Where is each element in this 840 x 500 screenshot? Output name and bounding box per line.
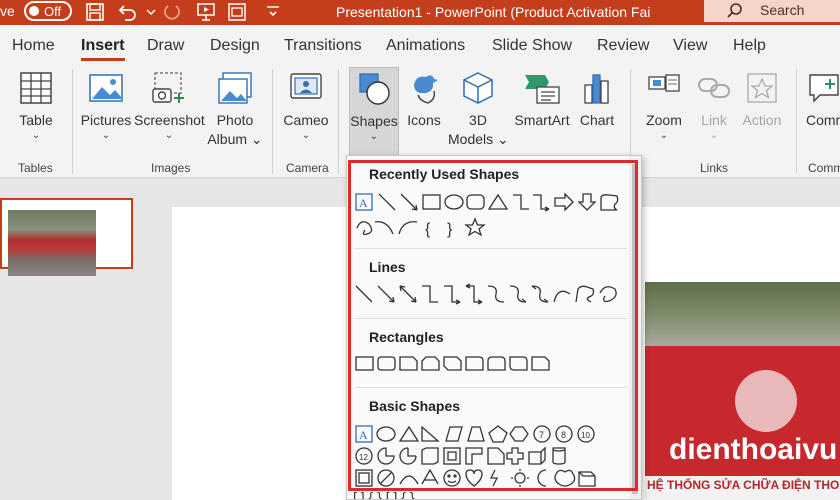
redo-icon[interactable]: [161, 1, 183, 23]
photo-strip-text: HỆ THỐNG SỬA CHỮA ĐIỆN THOẠI: [647, 478, 840, 492]
group-images-label: Images: [151, 161, 191, 175]
rectangles-grid[interactable]: [353, 354, 625, 374]
slide-thumbnail-1[interactable]: [0, 198, 133, 276]
chevron-down-icon: ⌄: [709, 130, 719, 141]
photo-brand-text: dienthoaivu: [669, 433, 838, 466]
chevron-down-icon: ⌄: [301, 130, 311, 141]
group-tables-label: Tables: [18, 161, 53, 175]
screenshot-button[interactable]: Screenshot ⌄: [134, 71, 205, 142]
icons-button[interactable]: Icons: [404, 71, 444, 130]
basic-shapes-heading: Basic Shapes: [369, 398, 461, 414]
tab-review[interactable]: Review: [597, 37, 649, 55]
comment-button[interactable]: Comm: [806, 71, 840, 130]
table-icon: [20, 72, 52, 104]
3d-cube-icon: [463, 72, 493, 104]
basic-shapes-grid[interactable]: A 7 8 10 12 [] {} [] {}: [353, 424, 625, 500]
chart-button[interactable]: Chart: [575, 71, 619, 130]
save-icon[interactable]: [84, 1, 106, 23]
recent-shapes-grid[interactable]: A { }: [353, 192, 625, 248]
recent-shapes-heading: Recently Used Shapes: [369, 166, 520, 182]
table-button[interactable]: Table ⌄: [14, 71, 58, 142]
comment-icon: [809, 74, 839, 103]
title-bar: ve Off Presentation1 - PowerPoint (Produ…: [0, 0, 840, 25]
rectangles-heading: Rectangles: [369, 329, 444, 345]
tab-design[interactable]: Design: [210, 37, 260, 55]
shapes-gallery: Recently Used Shapes A { } Lines Rectang…: [346, 155, 642, 500]
screenshot-icon: [152, 72, 184, 103]
gallery-scrollbar[interactable]: [629, 156, 641, 499]
search-icon: [727, 3, 742, 18]
photo-strip: HỆ THỐNG SỬA CHỮA ĐIỆN THOẠI: [645, 476, 840, 500]
svg-text:{: {: [425, 221, 431, 238]
action-button[interactable]: Action: [738, 71, 786, 130]
search-label: Search: [760, 2, 805, 18]
chevron-down-icon: ⌄: [31, 130, 41, 141]
shapes-button[interactable]: Shapes ⌄: [349, 67, 399, 157]
chevron-down-icon: ⌄: [164, 130, 174, 141]
svg-text:A: A: [359, 196, 368, 210]
tab-view[interactable]: View: [673, 37, 707, 55]
undo-icon[interactable]: [116, 1, 138, 23]
photo-album-button[interactable]: Photo Album ⌄: [204, 71, 266, 149]
ribbon-tabs: Home Insert Draw Design Transitions Anim…: [0, 25, 840, 63]
zoom-icon: [648, 74, 680, 92]
svg-text:[ ] { } [ ] { }: [ ] { } [ ] { }: [353, 489, 415, 500]
svg-text:8: 8: [561, 430, 566, 440]
tab-draw[interactable]: Draw: [147, 37, 184, 55]
tab-home[interactable]: Home: [12, 37, 55, 55]
autosave-state: Off: [44, 4, 62, 19]
tab-help[interactable]: Help: [733, 37, 766, 55]
cameo-icon: [290, 73, 322, 99]
search-box[interactable]: Search: [704, 0, 840, 22]
tab-insert[interactable]: Insert: [81, 37, 125, 61]
slide-photo[interactable]: dienthoaivu HỆ THỐNG SỬA CHỮA ĐIỆN THOẠI: [645, 282, 840, 500]
pictures-icon: [89, 74, 123, 102]
pictures-button[interactable]: Pictures ⌄: [80, 71, 132, 142]
group-comments-label: Comm: [808, 161, 840, 175]
icons-icon: [414, 75, 438, 104]
customize-toolbar-icon[interactable]: [262, 1, 284, 23]
thumbnail-photo: [8, 210, 96, 276]
svg-text:12: 12: [359, 453, 368, 462]
svg-text:}: }: [447, 221, 453, 238]
svg-text:A: A: [359, 428, 368, 442]
zoom-button[interactable]: Zoom ⌄: [641, 71, 687, 142]
photo-album-icon: [218, 72, 252, 104]
svg-text:7: 7: [539, 430, 544, 440]
group-camera-label: Camera: [286, 161, 329, 175]
lines-heading: Lines: [369, 259, 406, 275]
smartart-icon: [525, 75, 560, 104]
action-star-icon: [747, 73, 777, 103]
photo-trees: [645, 282, 840, 346]
group-links-label: Links: [700, 161, 729, 175]
3d-models-button[interactable]: 3D Models ⌄: [448, 71, 509, 149]
link-icon: [698, 78, 730, 98]
slide-thumbnail-pane: [0, 178, 150, 500]
tab-animations[interactable]: Animations: [386, 37, 465, 55]
undo-dropdown-icon[interactable]: [140, 1, 162, 23]
chevron-down-icon: ⌄: [659, 130, 669, 141]
scrollbar-thumb[interactable]: [632, 164, 638, 494]
tab-transitions[interactable]: Transitions: [284, 37, 362, 55]
toggle-knob: [29, 6, 39, 16]
start-slideshow-icon[interactable]: [195, 1, 217, 23]
cameo-button[interactable]: Cameo ⌄: [282, 71, 330, 142]
link-button[interactable]: Link ⌄: [692, 71, 736, 142]
presentation-icon[interactable]: [226, 1, 248, 23]
handshake-logo: [735, 370, 797, 432]
svg-text:10: 10: [581, 431, 590, 440]
bar-chart-icon: [584, 74, 609, 104]
autosave-toggle[interactable]: Off: [24, 1, 72, 21]
autosave-label: ve: [0, 3, 15, 19]
smartart-button[interactable]: SmartArt: [512, 71, 572, 130]
chevron-down-icon: ⌄: [369, 131, 379, 142]
chevron-down-icon: ⌄: [101, 130, 111, 141]
document-title: Presentation1 - PowerPoint (Product Acti…: [336, 4, 651, 20]
lines-grid[interactable]: [353, 283, 625, 307]
shapes-icon: [359, 73, 390, 105]
tab-slide-show[interactable]: Slide Show: [492, 37, 572, 55]
